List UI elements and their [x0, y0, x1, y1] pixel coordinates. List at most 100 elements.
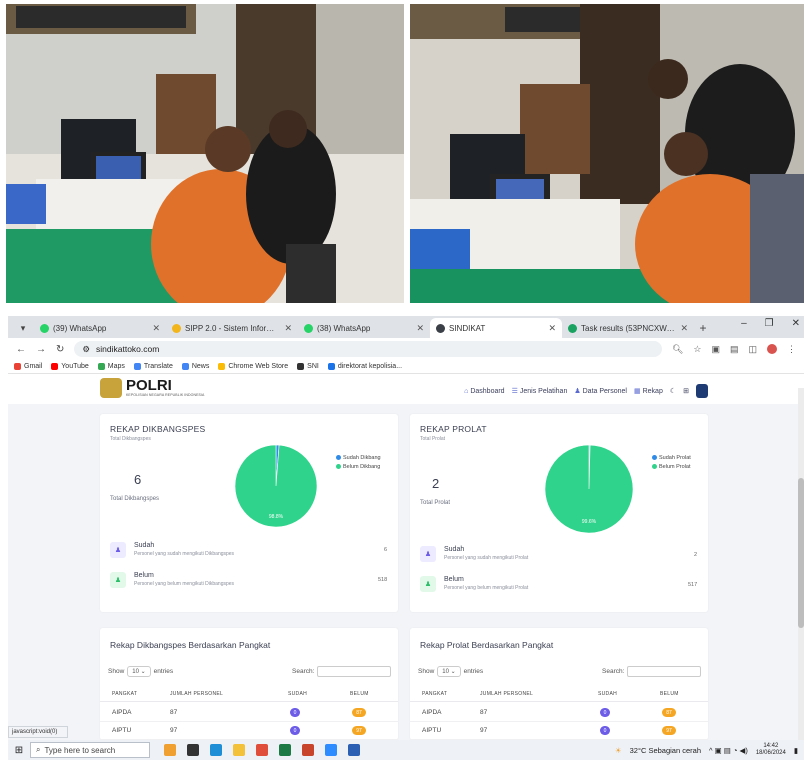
menu-kebab-icon[interactable]: ⋮ — [787, 344, 796, 355]
polri-logo[interactable]: POLRI KEPOLISIAN NEGARA REPUBLIK INDONES… — [100, 378, 204, 398]
col-sudah[interactable]: SUDAH — [598, 691, 617, 697]
bookmark-label: News — [191, 363, 210, 370]
extension-icon[interactable]: ▣ — [711, 344, 720, 355]
nav-jenis-pelatihan[interactable]: ☰ Jenis Pelatihan — [512, 387, 568, 395]
profile-avatar[interactable] — [767, 344, 777, 354]
weather-text[interactable]: 32°C Sebagian cerah — [630, 746, 701, 755]
bookmark-sni[interactable]: SNI — [297, 363, 319, 370]
scrollbar-thumb[interactable] — [798, 478, 804, 628]
minimize-icon[interactable]: – — [741, 318, 747, 329]
bookmark-translate[interactable]: Translate — [133, 363, 173, 370]
zoom-app-icon[interactable] — [325, 744, 337, 756]
browser-tab-whatsapp-39[interactable]: (39) WhatsApp ✕ — [34, 318, 166, 338]
puzzle-icon[interactable]: ◫ — [748, 344, 757, 355]
maps-icon — [97, 363, 105, 370]
excel-icon[interactable] — [279, 744, 291, 756]
cell-jumlah: 97 — [170, 727, 178, 734]
tab-search-icon[interactable]: ▾ — [12, 318, 34, 338]
sudah-badge: 0 — [290, 708, 300, 717]
stat-title: Belum — [444, 576, 464, 583]
address-bar[interactable]: ⚙ sindikattoko.com — [74, 341, 662, 357]
browser-tab-whatsapp-38[interactable]: (38) WhatsApp ✕ — [298, 318, 430, 338]
edge-icon[interactable] — [210, 744, 222, 756]
cell-jumlah: 87 — [170, 709, 178, 716]
user-badge-icon[interactable] — [696, 384, 708, 398]
pie-chart-dikbang: 98.8% — [234, 444, 318, 528]
search-input[interactable] — [627, 666, 702, 677]
col-jumlah-personel[interactable]: JUMLAH PERSONEL — [170, 691, 223, 697]
close-window-icon[interactable]: ✕ — [792, 318, 800, 329]
nav-rekap[interactable]: ▦ Rekap — [634, 387, 663, 395]
bookmark-gmail[interactable]: Gmail — [14, 363, 42, 370]
col-pangkat[interactable]: PANGKAT — [112, 691, 137, 697]
back-icon[interactable]: ← — [16, 344, 26, 355]
close-tab-icon[interactable]: ✕ — [152, 323, 160, 334]
legend-item-sudah[interactable]: Sudah Prolat — [652, 454, 691, 463]
legend-item-sudah[interactable]: Sudah Dikbang — [336, 454, 381, 463]
stat-desc: Personel yang belum mengikuti Prolat — [444, 585, 529, 591]
card-table-prolat: Rekap Prolat Berdasarkan Pangkat Show 10… — [410, 628, 708, 740]
bookmarks-bar: Gmail YouTube Maps Translate News Chrome… — [8, 360, 804, 374]
tray-icons[interactable]: ^ ▣ ▤ ◔ ◀) — [709, 746, 748, 755]
bookmark-news[interactable]: News — [181, 363, 210, 370]
restore-icon[interactable]: ❐ — [765, 318, 774, 329]
bookmark-star-icon[interactable]: ☆ — [693, 344, 701, 355]
chrome-icon[interactable] — [256, 744, 268, 756]
taskbar-clock[interactable]: 14:42 18/06/2024 — [756, 743, 786, 757]
task-view-icon[interactable] — [187, 744, 199, 756]
pie-legend: Sudah Dikbang Belum Dikbang — [336, 454, 381, 472]
zoom-icon[interactable]: 🔍︎ — [672, 344, 683, 355]
notification-icon[interactable]: ▮ — [794, 746, 798, 755]
col-belum[interactable]: BELUM — [350, 691, 369, 697]
browser-tab-strip: ▾ (39) WhatsApp ✕ SIPP 2.0 - Sistem Info… — [8, 316, 804, 338]
reload-icon[interactable]: ↻ — [56, 344, 64, 355]
taskbar-search[interactable]: ⌕ Type here to search — [30, 742, 150, 758]
entries-select[interactable]: 10 ⌄ — [437, 666, 461, 677]
sipp-icon — [172, 323, 181, 333]
taskbar-apps — [164, 744, 360, 756]
close-tab-icon[interactable]: ✕ — [284, 323, 292, 334]
tab-title: (38) WhatsApp — [317, 323, 371, 333]
col-sudah[interactable]: SUDAH — [288, 691, 307, 697]
bookmark-label: YouTube — [61, 363, 89, 370]
theme-toggle-icon[interactable]: ☾ — [670, 387, 676, 395]
windows-start-icon[interactable]: ⊞ — [8, 745, 30, 756]
legend-item-belum[interactable]: Belum Dikbang — [336, 463, 381, 472]
legend-item-belum[interactable]: Belum Prolat — [652, 463, 691, 472]
close-tab-icon[interactable]: ✕ — [416, 323, 424, 334]
browser-tab-sindikat[interactable]: SINDIKAT ✕ — [430, 318, 562, 338]
table-title: Rekap Dikbangspes Berdasarkan Pangkat — [110, 640, 271, 650]
bookmark-direktorat[interactable]: direktorat kepolisia... — [327, 363, 403, 370]
grid-menu-icon[interactable]: ⊞ — [683, 387, 689, 395]
reading-list-icon[interactable]: ▤ — [730, 344, 739, 355]
search-input[interactable] — [317, 666, 392, 677]
widget-icon[interactable] — [164, 744, 176, 756]
bookmark-chrome-web-store[interactable]: Chrome Web Store — [218, 363, 288, 370]
nav-label: Rekap — [642, 388, 663, 395]
url-text: sindikattoko.com — [96, 344, 160, 354]
nav-data-personel[interactable]: ♟ Data Personel — [574, 387, 627, 395]
powerpoint-icon[interactable] — [302, 744, 314, 756]
forward-icon[interactable]: → — [36, 344, 46, 355]
entries-select[interactable]: 10 ⌄ — [127, 666, 151, 677]
browser-tab-task-results[interactable]: Task results (53PNCXW-202 ✕ — [562, 318, 694, 338]
belum-badge: 87 — [352, 708, 366, 717]
col-pangkat[interactable]: PANGKAT — [422, 691, 447, 697]
total-caption: Total Dikbangspes — [110, 496, 160, 502]
word-icon[interactable] — [348, 744, 360, 756]
nav-dashboard[interactable]: ⌂ Dashboard — [464, 388, 504, 395]
close-tab-icon[interactable]: ✕ — [548, 323, 556, 334]
site-info-icon[interactable]: ⚙ — [82, 344, 90, 355]
bookmark-maps[interactable]: Maps — [97, 363, 125, 370]
col-belum[interactable]: BELUM — [660, 691, 679, 697]
close-tab-icon[interactable]: ✕ — [680, 323, 688, 334]
bookmark-label: direktorat kepolisia... — [337, 363, 403, 370]
bookmark-youtube[interactable]: YouTube — [51, 363, 89, 370]
entries-label: entries — [463, 668, 484, 675]
file-explorer-icon[interactable] — [233, 744, 245, 756]
col-jumlah-personel[interactable]: JUMLAH PERSONEL — [480, 691, 533, 697]
browser-tab-sipp[interactable]: SIPP 2.0 - Sistem Informasi P ✕ — [166, 318, 298, 338]
page-scrollbar[interactable] — [798, 388, 804, 748]
card-rekap-prolat: REKAP PROLAT Total Prolat 2 Total Prolat… — [410, 414, 708, 612]
new-tab-button[interactable]: + — [694, 318, 712, 338]
